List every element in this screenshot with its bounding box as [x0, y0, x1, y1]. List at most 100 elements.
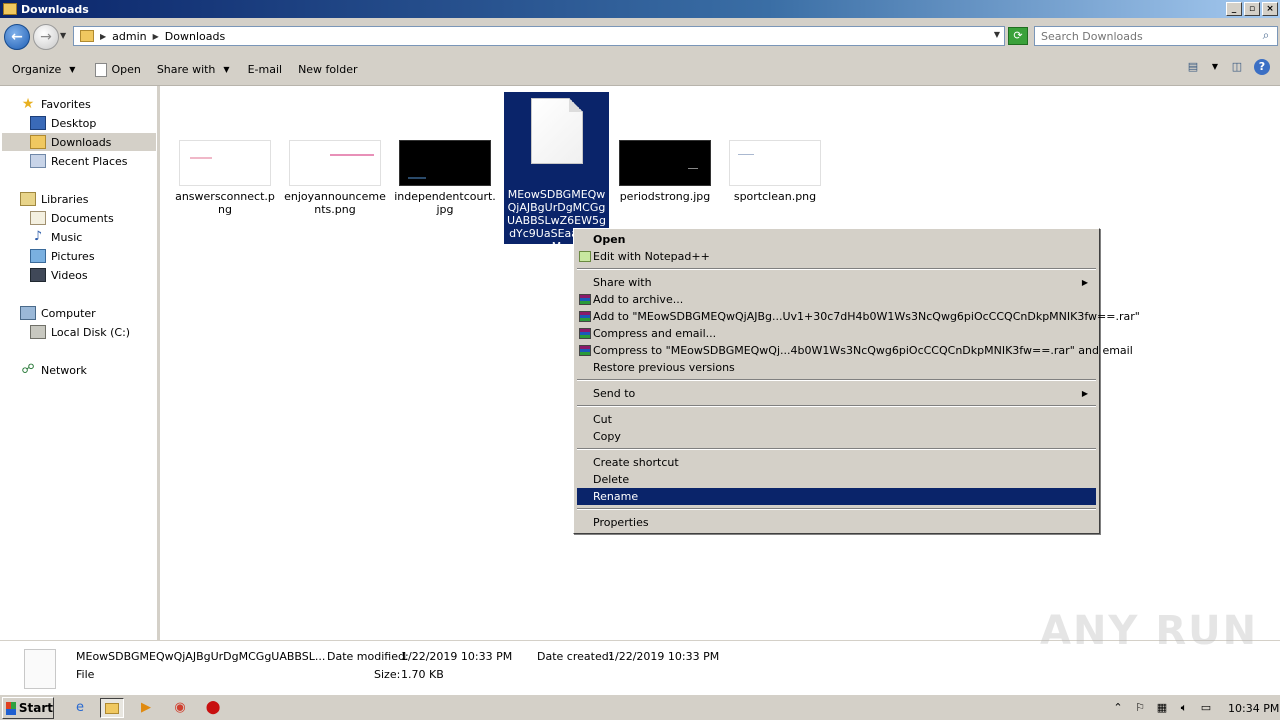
menu-item-add-archive[interactable]: Add to archive...	[577, 291, 1096, 308]
pictures-icon	[30, 249, 46, 263]
menu-item-cut[interactable]: Cut	[577, 411, 1096, 428]
system-tray: ⌃ ⚐ ▦ 🔈︎ ▭ 10:34 PM	[1104, 697, 1280, 719]
email-button[interactable]: E-mail	[242, 58, 289, 82]
nav-network[interactable]: ☍ Network	[20, 361, 87, 379]
nav-label: Videos	[51, 268, 88, 282]
start-button[interactable]: Start	[2, 697, 54, 719]
thumbnail-content	[688, 168, 698, 169]
volume-icon[interactable]: 🔈︎	[1176, 701, 1192, 715]
media-player-icon[interactable]: ▶	[134, 698, 158, 718]
network-status-icon[interactable]: ▦	[1154, 701, 1170, 715]
nav-pictures[interactable]: Pictures	[30, 247, 95, 265]
menu-label: Send to	[593, 387, 636, 400]
menu-item-compress-to-rar-email[interactable]: Compress to "MEowSDBGMEQwQj...4b0W1Ws3Nc…	[577, 342, 1133, 359]
search-icon[interactable]: ⌕	[1257, 28, 1275, 44]
view-controls: ▤ ▼ ◫ ?	[1184, 58, 1270, 76]
menu-item-send-to[interactable]: Send to ▶	[577, 385, 1096, 402]
details-file-name: MEowSDBGMEQwQjAJBgUrDgMCGgUABBSL...	[76, 650, 326, 663]
folder-icon	[3, 3, 17, 15]
change-view-icon[interactable]: ▤	[1184, 58, 1202, 76]
search-input[interactable]	[1035, 29, 1251, 43]
explorer-folder-icon[interactable]	[100, 698, 124, 718]
organize-button[interactable]: Organize ▼	[6, 58, 81, 82]
menu-item-restore-versions[interactable]: Restore previous versions	[577, 359, 1096, 376]
chrome-icon[interactable]: ◉	[168, 698, 192, 718]
file-item[interactable]: enjoyannouncements.png	[284, 140, 386, 216]
nav-label: Desktop	[51, 116, 97, 130]
nav-local-disk[interactable]: Local Disk (C:)	[30, 323, 130, 341]
menu-item-create-shortcut[interactable]: Create shortcut	[577, 454, 1096, 471]
file-item[interactable]: sportclean.png	[724, 140, 826, 203]
date-modified-label: Date modified:	[327, 650, 409, 663]
menu-item-delete[interactable]: Delete	[577, 471, 1096, 488]
action-center-flag-icon[interactable]: ⚐	[1132, 701, 1148, 715]
refresh-button[interactable]: ⟳	[1008, 27, 1028, 45]
menu-item-rename[interactable]: Rename	[577, 488, 1096, 505]
image-thumbnail	[179, 140, 271, 186]
share-with-button[interactable]: Share with ▼	[151, 58, 236, 82]
window-controls: _ ▫ ×	[1226, 2, 1278, 16]
new-folder-button[interactable]: New folder	[292, 58, 363, 82]
file-item[interactable]: answersconnect.png	[174, 140, 276, 216]
menu-label: Edit with Notepad++	[593, 250, 710, 263]
menu-separator	[577, 508, 1096, 510]
nav-computer[interactable]: Computer	[20, 304, 96, 322]
desktop-icon	[30, 116, 46, 130]
chevron-down-icon[interactable]: ▼	[1210, 58, 1220, 76]
menu-label: Add to "MEowSDBGMEQwQjAJBg...Uv1+30c7dH4…	[593, 310, 1140, 323]
clock[interactable]: 10:34 PM	[1228, 702, 1279, 715]
internet-explorer-icon[interactable]: e	[68, 698, 92, 718]
back-button[interactable]: ←	[4, 24, 30, 50]
thumbnail-content	[408, 177, 426, 179]
submenu-arrow-icon: ▶	[1081, 389, 1088, 398]
menu-item-open[interactable]: Open	[577, 231, 1096, 248]
menu-item-edit-notepad[interactable]: Edit with Notepad++	[577, 248, 1096, 265]
show-hidden-icons-icon[interactable]: ⌃	[1110, 701, 1126, 715]
chevron-right-icon[interactable]: ▶	[100, 32, 106, 41]
close-button[interactable]: ×	[1262, 2, 1278, 16]
thumbnail-content	[738, 154, 754, 155]
command-bar: Organize ▼ Open Share with ▼ E-mail New …	[0, 54, 1280, 86]
menu-item-properties[interactable]: Properties	[577, 514, 1096, 531]
recent-pages-dropdown[interactable]: ▼	[60, 31, 66, 40]
open-button[interactable]: Open	[89, 58, 146, 82]
address-bar[interactable]: ▶ admin ▶ Downloads ▼	[73, 26, 1005, 46]
nav-downloads[interactable]: Downloads	[2, 133, 156, 151]
thumbnail-content	[190, 157, 212, 159]
file-item[interactable]: periodstrong.jpg	[614, 140, 716, 203]
nav-label: Favorites	[41, 97, 91, 111]
preview-pane-icon[interactable]: ◫	[1228, 58, 1246, 76]
menu-label: Create shortcut	[593, 456, 679, 469]
chevron-down-icon[interactable]: ▼	[994, 30, 1000, 39]
file-item-selected[interactable]: MEowSDBGMEQwQjAJBgUrDgMCGgUABBSLwZ6EW5gd…	[504, 92, 609, 253]
nav-desktop[interactable]: Desktop	[30, 114, 96, 132]
chevron-right-icon[interactable]: ▶	[153, 32, 159, 41]
nav-label: Recent Places	[51, 154, 128, 168]
size-value: 1.70 KB	[401, 668, 444, 681]
file-name: answersconnect.png	[175, 190, 275, 216]
menu-item-share-with[interactable]: Share with ▶	[577, 274, 1096, 291]
search-box[interactable]: ⌕	[1034, 26, 1278, 46]
minimize-button[interactable]: _	[1226, 2, 1242, 16]
menu-item-copy[interactable]: Copy	[577, 428, 1096, 445]
power-icon[interactable]: ▭	[1198, 701, 1214, 715]
opera-icon[interactable]: ⬤	[201, 698, 225, 718]
nav-libraries[interactable]: Libraries	[20, 190, 89, 208]
menu-item-compress-email[interactable]: Compress and email...	[577, 325, 1096, 342]
nav-documents[interactable]: Documents	[30, 209, 114, 227]
nav-label: Network	[41, 363, 87, 377]
file-name: enjoyannouncements.png	[284, 190, 386, 216]
nav-music[interactable]: ♪ Music	[30, 228, 82, 246]
menu-item-add-to-rar[interactable]: Add to "MEowSDBGMEQwQjAJBg...Uv1+30c7dH4…	[577, 308, 1140, 325]
nav-videos[interactable]: Videos	[30, 266, 88, 284]
file-item[interactable]: independentcourt.jpg	[394, 140, 496, 216]
maximize-button[interactable]: ▫	[1244, 2, 1260, 16]
nav-favorites[interactable]: ★ Favorites	[20, 95, 91, 113]
help-icon[interactable]: ?	[1254, 59, 1270, 75]
forward-button[interactable]: →	[33, 24, 59, 50]
nav-recent-places[interactable]: Recent Places	[30, 152, 128, 170]
breadcrumb-admin[interactable]: admin	[112, 30, 146, 43]
menu-label: Restore previous versions	[593, 361, 735, 374]
breadcrumb-downloads[interactable]: Downloads	[165, 30, 225, 43]
menu-separator	[577, 405, 1096, 407]
